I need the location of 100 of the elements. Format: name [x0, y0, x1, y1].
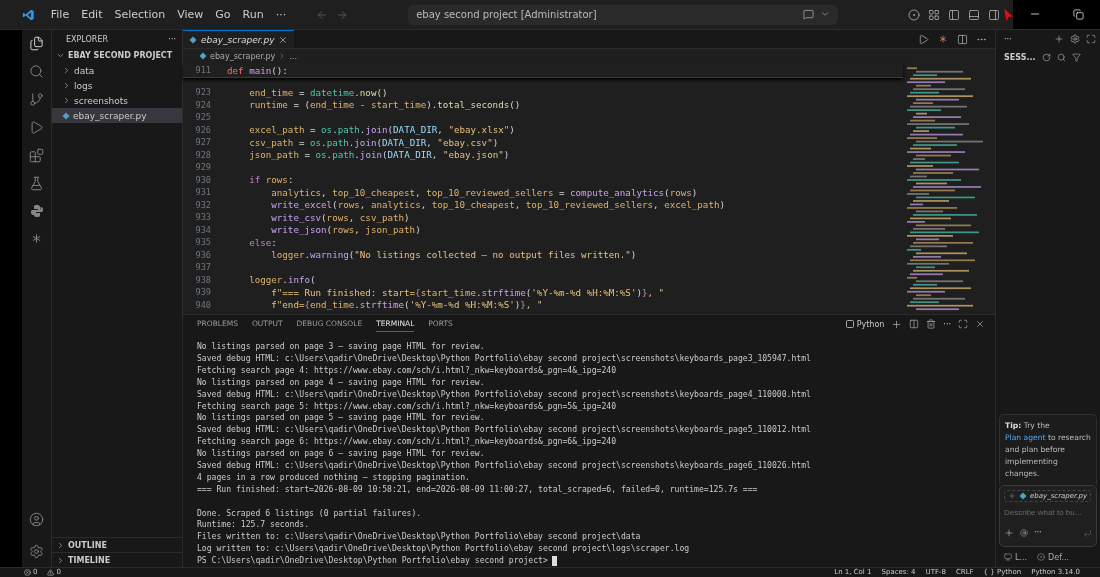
monitor-icon: [1004, 553, 1012, 561]
line-number: 925: [194, 112, 212, 123]
menu-item[interactable]: Run: [236, 8, 270, 21]
folder-item[interactable]: logs: [52, 78, 182, 93]
line-number: 934: [194, 224, 212, 235]
line-number: 923: [194, 87, 212, 98]
more-actions-button[interactable]: ···: [1004, 34, 1012, 44]
section-header[interactable]: OUTLINE: [52, 537, 182, 552]
search-icon[interactable]: [29, 64, 44, 79]
sparkle-icon[interactable]: [937, 33, 949, 45]
code-text: else:: [248, 236, 277, 248]
line-number: 926: [194, 124, 212, 135]
terminal-shell-label[interactable]: Python: [856, 319, 885, 329]
chat-icon[interactable]: [802, 9, 814, 20]
code-text: logger.info(: [248, 274, 316, 286]
terminal-line: Saved debug HTML: c:\Users\qadir\OneDrive\Desktop\Python Portfolio\ebay second project\screenshots\keyboards_page5_110012.html: [197, 424, 812, 437]
code-text: if rows:: [248, 174, 294, 186]
mode-picker[interactable]: Def...: [1048, 552, 1070, 562]
line-number: 927: [194, 137, 212, 148]
terminal-line: No listings parsed on page 6 — saving page HTML for review.: [197, 448, 486, 460]
extensions-icon[interactable]: [29, 148, 44, 163]
folder-item[interactable]: screenshots: [52, 93, 182, 108]
python-icon[interactable]: [29, 204, 44, 218]
code-text: logger.warning("No listings collected — no output files written."): [270, 249, 637, 261]
code-text: excel_path = os.path.join(DATA_DIR, "ebay.xlsx"): [248, 124, 515, 136]
settings-icon[interactable]: [1070, 34, 1080, 44]
terminal-line: Fetching search page 6: https://www.ebay.com/sch/i.html?_nkw=keyboards&_pgn=6&_ipg=240: [197, 436, 618, 449]
terminal-line: No listings parsed on page 3 — saving page HTML for review.: [197, 341, 486, 353]
project-folder[interactable]: EBAY SECOND PROJECT: [52, 48, 182, 63]
restore-icon[interactable]: [1073, 9, 1084, 20]
close-icon[interactable]: [278, 34, 289, 45]
terminal-line: === Run finished: start=2026-08-09 10:58:21, end=2026-08-09 11:00:27, total_scraped=6, failed=0, runtime=125.7s ===: [197, 483, 759, 496]
maximize-icon[interactable]: [958, 319, 968, 330]
app-logo-icon: [22, 7, 35, 22]
accounts-icon[interactable]: [907, 8, 920, 21]
breadcrumb-item[interactable]: ebay_scraper.py: [210, 51, 276, 61]
source-control-icon[interactable]: [29, 92, 44, 107]
folder-item[interactable]: data: [52, 63, 182, 78]
sessions-title: SESS...: [1004, 52, 1036, 62]
code-text: analytics, top_10_cheapest, top_10_reviewed_sellers = compute_analytics(rows): [270, 186, 698, 198]
script-entry[interactable]: ebay_scraper.py: [52, 108, 182, 123]
editor-tab[interactable]: ebay_scraper.py: [183, 30, 295, 48]
line-number: 939: [194, 287, 212, 298]
account-icon[interactable]: [29, 512, 44, 527]
new-chat-icon[interactable]: [1054, 34, 1064, 44]
menu-item[interactable]: View: [171, 8, 210, 21]
cursor: [551, 555, 557, 566]
settings-icon[interactable]: [29, 544, 44, 559]
new-terminal-icon[interactable]: [891, 318, 903, 330]
line-number: 931: [194, 187, 212, 198]
pointer-icon: [1003, 7, 1013, 22]
sidebar-toggle-icon[interactable]: [947, 8, 960, 21]
terminal-line: Saved debug HTML: c:\Users\qadir\OneDrive\Desktop\Python Portfolio\ebay second project\screenshots\keyboards_page4_110000.html: [197, 388, 812, 401]
menu-item[interactable]: ···: [269, 8, 293, 21]
code-text: write_csv(rows, csv_path): [270, 211, 410, 223]
terminal-line: Log written to: c:\Users\qadir\OneDrive\Desktop\Python Portfolio\ebay second project\logs\scraper.log: [197, 543, 691, 556]
split-editor-icon[interactable]: [957, 33, 968, 45]
agent-icon: [1037, 553, 1046, 561]
code-text: def main():: [227, 64, 288, 76]
breadcrumb-item[interactable]: ...: [289, 51, 297, 61]
terminal-prompt: PS C:\Users\qadir\OneDrive\Desktop\Python Portfolio\ebay second project>: [197, 555, 548, 566]
line-number: 938: [194, 274, 212, 285]
explorer-title: EXPLORER: [66, 34, 108, 44]
split-terminal-icon[interactable]: [909, 319, 920, 330]
run-icon[interactable]: [29, 120, 44, 135]
layout-icon[interactable]: [927, 8, 940, 21]
menu-item[interactable]: File: [44, 8, 76, 21]
more-actions-button[interactable]: ···: [168, 34, 176, 44]
flask-icon[interactable]: [29, 176, 44, 191]
run-icon[interactable]: [918, 33, 929, 45]
target-picker[interactable]: L...: [1015, 552, 1028, 562]
menu-item[interactable]: Edit: [75, 8, 109, 21]
more-actions-button[interactable]: ···: [1034, 528, 1042, 537]
add-icon[interactable]: [1004, 527, 1014, 538]
filter-icon[interactable]: [1071, 52, 1081, 62]
command-center[interactable]: ebay second project [Administrator]: [408, 4, 838, 25]
line-number: 924: [194, 99, 212, 110]
line-number: 940: [194, 299, 212, 310]
more-actions-button[interactable]: ···: [943, 319, 951, 329]
mention-icon[interactable]: [1020, 528, 1028, 537]
line-number: 933: [194, 212, 212, 223]
menu-item[interactable]: Selection: [108, 8, 172, 21]
line-number: 930: [194, 174, 212, 185]
panel-toggle-icon[interactable]: [967, 8, 980, 21]
menu-item[interactable]: Go: [209, 8, 237, 21]
line-number: 935: [194, 237, 212, 248]
terminal-line: No listings parsed on page 4 — saving page HTML for review.: [197, 376, 486, 389]
python-file-icon: [1019, 492, 1027, 500]
trash-icon[interactable]: [926, 319, 937, 330]
explorer-icon[interactable]: [29, 36, 44, 51]
secondary-sidebar-icon[interactable]: [987, 8, 1000, 21]
line-number: 937: [194, 262, 212, 273]
refresh-icon[interactable]: [1041, 52, 1051, 62]
terminal-line: Saved debug HTML: c:\Users\qadir\OneDrive\Desktop\Python Portfolio\ebay second project\screenshots\keyboards_page6_110026.html: [197, 460, 812, 472]
search-icon[interactable]: [1056, 52, 1066, 62]
code-text: f"end={end_time.strftime('%Y-%m-%d %H:%M:%S')}, ": [270, 299, 543, 311]
code-text: csv_path = os.path.join(DATA_DIR, "ebay.csv"): [248, 136, 499, 148]
maximize-icon[interactable]: [1086, 34, 1096, 44]
close-icon[interactable]: [975, 319, 985, 330]
terminal-line: Fetching search page 5: https://www.ebay.com/sch/i.html?_nkw=keyboards&_pgn=5&_ipg=240: [197, 400, 618, 413]
